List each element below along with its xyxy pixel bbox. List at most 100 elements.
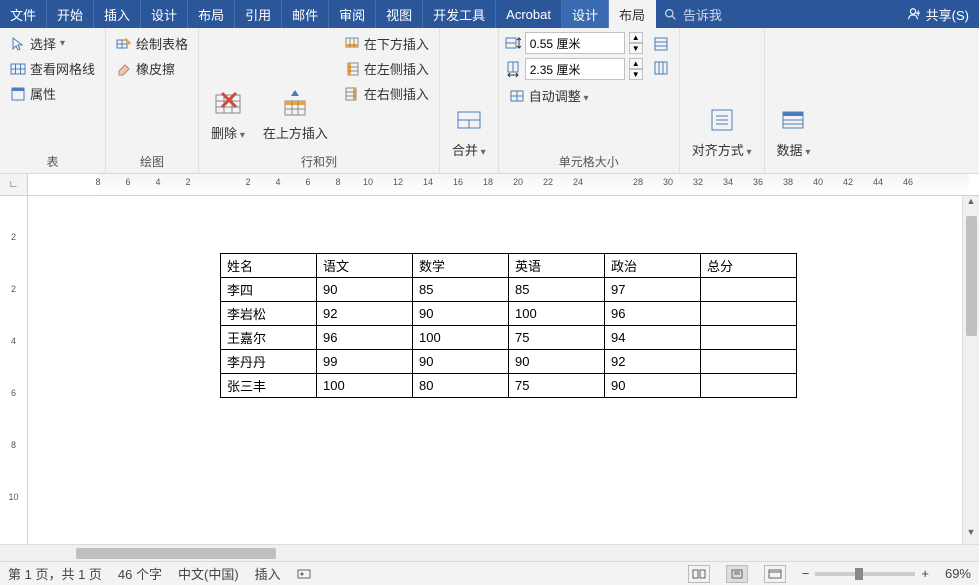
table-cell[interactable]: 96: [605, 302, 701, 326]
print-layout-button[interactable]: [726, 565, 748, 583]
table-cell[interactable]: [701, 350, 797, 374]
table-row[interactable]: 王嘉尔961007594: [221, 326, 797, 350]
share-button[interactable]: 共享(S): [896, 0, 979, 28]
table-row[interactable]: 李四90858597: [221, 278, 797, 302]
page-status[interactable]: 第 1 页，共 1 页: [8, 564, 102, 583]
table-cell[interactable]: 张三丰: [221, 374, 317, 398]
col-width-input[interactable]: [525, 58, 625, 80]
table-cell[interactable]: 90: [605, 374, 701, 398]
height-up[interactable]: ▲: [629, 32, 643, 43]
menu-tab-开始[interactable]: 开始: [47, 0, 94, 28]
table-cell[interactable]: 85: [413, 278, 509, 302]
table-cell[interactable]: 90: [413, 350, 509, 374]
delete-button[interactable]: 删除: [205, 32, 251, 146]
merge-button[interactable]: 合并: [446, 32, 492, 163]
table-cell[interactable]: 100: [317, 374, 413, 398]
width-up[interactable]: ▲: [629, 58, 643, 69]
table-cell[interactable]: 92: [317, 302, 413, 326]
distribute-rows-button[interactable]: [649, 34, 673, 54]
table-header-cell[interactable]: 数学: [413, 254, 509, 278]
table-header-cell[interactable]: 英语: [509, 254, 605, 278]
menu-tab-插入[interactable]: 插入: [94, 0, 141, 28]
eraser-button[interactable]: 橡皮擦: [112, 57, 192, 80]
menu-tab-设计[interactable]: 设计: [141, 0, 188, 28]
zoom-slider[interactable]: − +: [802, 566, 929, 581]
table-row[interactable]: 张三丰100807590: [221, 374, 797, 398]
context-tab-布局[interactable]: 布局: [609, 0, 656, 28]
properties-button[interactable]: 属性: [6, 82, 99, 105]
table-row[interactable]: 李岩松929010096: [221, 302, 797, 326]
row-height-input[interactable]: [525, 32, 625, 54]
document-table[interactable]: 姓名语文数学英语政治总分李四90858597李岩松929010096王嘉尔961…: [220, 253, 797, 398]
table-header-cell[interactable]: 姓名: [221, 254, 317, 278]
context-tab-设计[interactable]: 设计: [562, 0, 609, 28]
table-cell[interactable]: 李四: [221, 278, 317, 302]
horizontal-scrollbar[interactable]: [0, 544, 979, 561]
menu-tab-Acrobat[interactable]: Acrobat: [496, 0, 562, 28]
draw-table-button[interactable]: 绘制表格: [112, 32, 192, 55]
language-status[interactable]: 中文(中国): [178, 564, 239, 583]
table-cell[interactable]: 李丹丹: [221, 350, 317, 374]
menu-tab-开发工具[interactable]: 开发工具: [423, 0, 496, 28]
macro-icon[interactable]: [297, 567, 311, 581]
table-header-cell[interactable]: 语文: [317, 254, 413, 278]
menu-tab-视图[interactable]: 视图: [376, 0, 423, 28]
web-layout-button[interactable]: [764, 565, 786, 583]
table-cell[interactable]: [701, 278, 797, 302]
insert-right-button[interactable]: 在右侧插入: [340, 82, 433, 105]
table-cell[interactable]: 王嘉尔: [221, 326, 317, 350]
select-button[interactable]: 选择 ▾: [6, 32, 99, 55]
width-down[interactable]: ▼: [629, 69, 643, 80]
table-cell[interactable]: 80: [413, 374, 509, 398]
horizontal-ruler[interactable]: 8642246810121416182022242830323436384042…: [28, 174, 979, 195]
table-header-row[interactable]: 姓名语文数学英语政治总分: [221, 254, 797, 278]
table-cell[interactable]: 75: [509, 326, 605, 350]
read-mode-button[interactable]: [688, 565, 710, 583]
table-cell[interactable]: 李岩松: [221, 302, 317, 326]
table-cell[interactable]: 90: [413, 302, 509, 326]
word-count[interactable]: 46 个字: [118, 564, 162, 583]
distribute-cols-button[interactable]: [649, 58, 673, 78]
menu-tab-邮件[interactable]: 邮件: [282, 0, 329, 28]
table-row[interactable]: 李丹丹99909092: [221, 350, 797, 374]
table-cell[interactable]: 90: [317, 278, 413, 302]
ribbon: 选择 ▾ 查看网格线 属性 表 绘制表格: [0, 28, 979, 174]
canvas-area[interactable]: 姓名语文数学英语政治总分李四90858597李岩松929010096王嘉尔961…: [28, 196, 962, 544]
table-cell[interactable]: [701, 374, 797, 398]
table-cell[interactable]: 100: [413, 326, 509, 350]
height-down[interactable]: ▼: [629, 43, 643, 54]
table-cell[interactable]: 96: [317, 326, 413, 350]
table-header-cell[interactable]: 总分: [701, 254, 797, 278]
scrollbar-thumb[interactable]: [966, 216, 977, 336]
group-data: 数据: [765, 28, 823, 173]
menu-tab-文件[interactable]: 文件: [0, 0, 47, 28]
menu-tab-审阅[interactable]: 审阅: [329, 0, 376, 28]
tell-me-search[interactable]: 告诉我: [656, 0, 730, 28]
menu-tab-引用[interactable]: 引用: [235, 0, 282, 28]
table-cell[interactable]: 97: [605, 278, 701, 302]
menu-tab-布局[interactable]: 布局: [188, 0, 235, 28]
alignment-button[interactable]: 对齐方式: [686, 32, 758, 163]
data-button[interactable]: 数据: [771, 32, 817, 163]
view-gridlines-button[interactable]: 查看网格线: [6, 57, 99, 80]
table-cell[interactable]: [701, 302, 797, 326]
table-cell[interactable]: 75: [509, 374, 605, 398]
insert-mode[interactable]: 插入: [255, 564, 281, 583]
zoom-level[interactable]: 69%: [945, 566, 971, 581]
table-cell[interactable]: 85: [509, 278, 605, 302]
insert-left-button[interactable]: 在左侧插入: [340, 57, 433, 80]
insert-above-button[interactable]: 在上方插入: [257, 32, 334, 146]
zoom-out-button[interactable]: −: [802, 566, 810, 581]
table-cell[interactable]: [701, 326, 797, 350]
table-cell[interactable]: 100: [509, 302, 605, 326]
vertical-scrollbar[interactable]: ▲ ▼: [962, 196, 979, 544]
table-cell[interactable]: 94: [605, 326, 701, 350]
vertical-ruler[interactable]: 224681012: [0, 196, 28, 544]
autofit-button[interactable]: 自动调整: [505, 84, 643, 107]
insert-below-button[interactable]: 在下方插入: [340, 32, 433, 55]
table-cell[interactable]: 90: [509, 350, 605, 374]
zoom-in-button[interactable]: +: [921, 566, 929, 581]
table-header-cell[interactable]: 政治: [605, 254, 701, 278]
table-cell[interactable]: 99: [317, 350, 413, 374]
table-cell[interactable]: 92: [605, 350, 701, 374]
